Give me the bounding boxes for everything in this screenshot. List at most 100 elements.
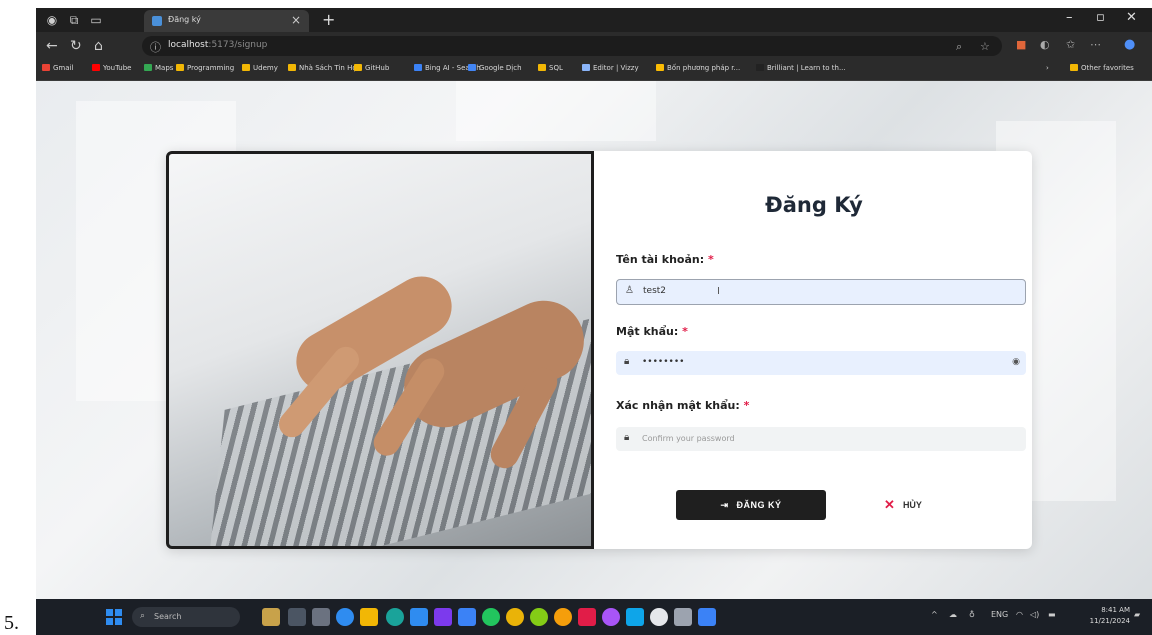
- extension-b-icon[interactable]: ◐: [1040, 38, 1050, 51]
- bookmark-label: YouTube: [103, 64, 132, 72]
- app-icon[interactable]: [482, 608, 500, 626]
- vscode-icon[interactable]: [410, 608, 428, 626]
- address-row: ← ↻ ⌂ ⓘ localhost:5173/signup ⌕ ☆ ■ ◐ ✩ …: [36, 32, 1152, 60]
- copilot-icon[interactable]: ●: [1124, 37, 1135, 52]
- close-icon: ✕: [884, 497, 895, 512]
- read-aloud-icon[interactable]: ⌕: [956, 40, 962, 54]
- chrome-icon[interactable]: [506, 608, 524, 626]
- eye-icon[interactable]: ◉: [1012, 357, 1020, 367]
- taskbar: ⌕ Search ^ ☁ ♁ ENG ◠ ◁) ▬ 8:41 AM 11/21/…: [36, 599, 1152, 635]
- file-explorer-icon[interactable]: [360, 608, 378, 626]
- bookmark-favicon-icon: [242, 64, 250, 71]
- bookmark-item[interactable]: Editor | Vizzy: [582, 64, 639, 72]
- language-indicator[interactable]: ENG: [991, 610, 1008, 619]
- app-icon[interactable]: [650, 608, 668, 626]
- confirm-password-placeholder: Confirm your password: [642, 434, 735, 443]
- app-icon[interactable]: [626, 608, 644, 626]
- bookmark-item[interactable]: Udemy: [242, 64, 278, 72]
- clock[interactable]: 8:41 AM 11/21/2024: [1090, 605, 1130, 627]
- new-tab-button[interactable]: +: [322, 10, 335, 29]
- bookmark-favicon-icon: [468, 64, 476, 71]
- bookmark-item[interactable]: SQL: [538, 64, 563, 72]
- favorite-star-icon[interactable]: ☆: [980, 40, 990, 53]
- bookmark-favicon-icon: [92, 64, 100, 71]
- tab-title: Đăng ký: [168, 15, 201, 24]
- extension-icon[interactable]: ■: [1016, 38, 1026, 51]
- address-bar[interactable]: ⓘ localhost:5173/signup ⌕ ☆: [142, 36, 1002, 56]
- widgets-icon[interactable]: [262, 608, 280, 626]
- app-icon[interactable]: [698, 608, 716, 626]
- mic-icon[interactable]: ♁: [969, 610, 975, 619]
- username-field[interactable]: ♙ test2 I: [616, 279, 1026, 305]
- bookmark-favicon-icon: [756, 64, 764, 71]
- figure-number: 5.: [4, 612, 19, 634]
- cancel-label: HỦY: [902, 500, 922, 510]
- visual-studio-icon[interactable]: [434, 608, 452, 626]
- app-icon[interactable]: [458, 608, 476, 626]
- bookmark-item[interactable]: Gmail: [42, 64, 73, 72]
- chevron-right-icon[interactable]: ›: [1046, 64, 1049, 72]
- chrome-icon[interactable]: [530, 608, 548, 626]
- tab-actions-icon[interactable]: ▭: [88, 12, 104, 28]
- task-view-icon[interactable]: [288, 608, 306, 626]
- show-hidden-icons-icon[interactable]: ^: [931, 610, 938, 619]
- text-cursor-icon: I: [717, 286, 720, 297]
- signup-form: Đăng Ký Tên tài khoản: * ♙ test2 I Mật k…: [596, 151, 1032, 549]
- cancel-button[interactable]: ✕ HỦY: [858, 490, 948, 520]
- bookmark-label: Programming: [187, 64, 235, 72]
- more-menu-icon[interactable]: ⋯: [1090, 38, 1101, 51]
- bookmark-item[interactable]: Nhà Sách Tin Học: [288, 64, 361, 72]
- bookmark-item[interactable]: Programming: [176, 64, 234, 72]
- bookmark-other-favorites[interactable]: Other favorites: [1070, 64, 1134, 72]
- bookmark-label: Nhà Sách Tin Học: [299, 64, 361, 72]
- battery-icon[interactable]: ▬: [1048, 610, 1056, 619]
- app-icon[interactable]: [602, 608, 620, 626]
- bookmark-item[interactable]: Google Dịch: [468, 64, 522, 72]
- tab-close-icon[interactable]: ×: [291, 13, 301, 27]
- volume-icon[interactable]: ◁): [1030, 610, 1039, 619]
- bookmark-item[interactable]: Brilliant | Learn to th...: [756, 64, 846, 72]
- favorites-icon[interactable]: ✩: [1066, 38, 1075, 51]
- close-window-icon[interactable]: ✕: [1126, 10, 1137, 25]
- workspaces-icon[interactable]: ⧉: [66, 12, 82, 28]
- signup-submit-button[interactable]: ⇥ ĐĂNG KÝ: [676, 490, 826, 520]
- bookmark-item[interactable]: YouTube: [92, 64, 131, 72]
- tab-signup[interactable]: Đăng ký ×: [144, 10, 309, 32]
- browser-app-icon[interactable]: [386, 608, 404, 626]
- cloud-icon[interactable]: ☁: [949, 610, 957, 619]
- bookmark-item[interactable]: GitHub: [354, 64, 389, 72]
- bookmark-item[interactable]: Maps: [144, 64, 173, 72]
- bg-shape: [456, 81, 656, 141]
- url-text: localhost:5173/signup: [168, 40, 268, 50]
- minimize-icon[interactable]: –: [1066, 10, 1073, 25]
- bookmark-favicon-icon: [42, 64, 50, 71]
- bookmark-label: Editor | Vizzy: [593, 64, 639, 72]
- wifi-icon[interactable]: ◠: [1016, 610, 1023, 619]
- bookmarks-bar: › Other favorites Gmail YouTube Maps Progra…: [36, 60, 1152, 81]
- maximize-icon[interactable]: ▫: [1096, 10, 1105, 25]
- notifications-icon[interactable]: ▰: [1134, 610, 1140, 619]
- taskbar-search-label: Search: [154, 612, 182, 621]
- settings-icon[interactable]: [674, 608, 692, 626]
- profile-icon[interactable]: ◉: [44, 12, 60, 28]
- screen: ◉ ⧉ ▭ Đăng ký × + – ▫ ✕ ← ↻ ⌂ ⓘ localhos…: [36, 8, 1152, 635]
- bookmark-label: Brilliant | Learn to th...: [767, 64, 846, 72]
- bookmark-label: Maps: [155, 64, 174, 72]
- edge-icon[interactable]: [336, 608, 354, 626]
- bookmark-label: Udemy: [253, 64, 278, 72]
- back-icon[interactable]: ←: [46, 38, 58, 54]
- refresh-icon[interactable]: ↻: [70, 38, 82, 54]
- bookmark-item[interactable]: Bốn phương pháp r...: [656, 64, 740, 72]
- site-info-icon[interactable]: ⓘ: [150, 39, 161, 55]
- confirm-password-field[interactable]: 🔒︎ Confirm your password: [616, 427, 1026, 451]
- taskbar-search[interactable]: ⌕ Search: [132, 607, 240, 627]
- bookmark-label: Gmail: [53, 64, 74, 72]
- chat-icon[interactable]: [312, 608, 330, 626]
- home-icon[interactable]: ⌂: [94, 38, 103, 54]
- app-icon[interactable]: [578, 608, 596, 626]
- page-background: Đăng Ký Tên tài khoản: * ♙ test2 I Mật k…: [36, 81, 1152, 599]
- clock-time: 8:41 AM: [1101, 606, 1130, 614]
- chrome-icon[interactable]: [554, 608, 572, 626]
- windows-start-icon[interactable]: [106, 609, 122, 625]
- password-field[interactable]: 🔒︎ •••••••• ◉: [616, 351, 1026, 375]
